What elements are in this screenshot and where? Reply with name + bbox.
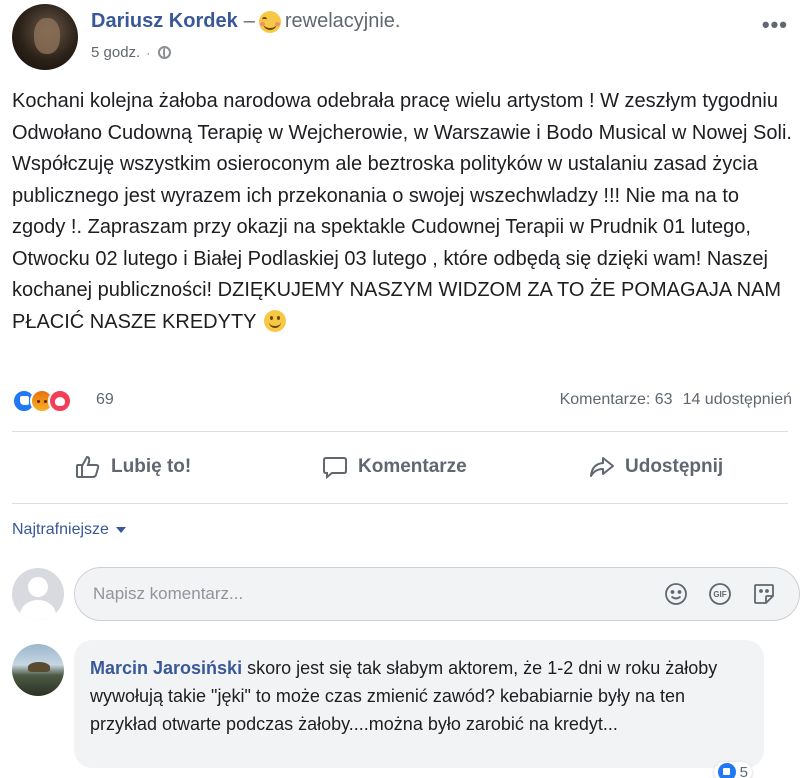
reactions-summary: 69 Komentarze: 63 14 udostępnień — [12, 387, 792, 417]
divider — [12, 431, 788, 432]
sort-label: Najtrafniejsze — [12, 521, 109, 538]
smiley-emoji-icon — [263, 309, 286, 332]
comment-composer: GIF — [12, 565, 800, 623]
more-options-icon[interactable]: ••• — [762, 12, 788, 38]
emoji-icon[interactable] — [664, 582, 688, 606]
reaction-count[interactable]: 69 — [96, 391, 114, 409]
post-text: Kochani kolejna żałoba narodowa odebrała… — [12, 86, 792, 338]
feeling-text: rewelacyjnie. — [284, 10, 401, 32]
post-actions: Lubię to! Komentarze Udostępnij — [12, 442, 788, 492]
author-line: Dariusz Kordek – rewelacyjnie. — [91, 10, 400, 33]
comment-bubble-icon — [323, 457, 347, 480]
share-button-label: Udostępnij — [625, 456, 724, 477]
author-avatar[interactable] — [12, 4, 78, 70]
commenter-avatar[interactable] — [12, 644, 64, 696]
like-reaction-icon — [717, 763, 736, 778]
share-count[interactable]: 14 udostępnień — [683, 391, 792, 409]
comment-reactions[interactable]: 5 — [713, 762, 752, 778]
composer-icons: GIF — [664, 582, 776, 606]
reaction-icons[interactable] — [12, 389, 72, 413]
comment-bubble: Marcin Jarosiński skoro jest się tak sła… — [74, 640, 764, 768]
thumbs-up-icon — [76, 455, 100, 478]
post-header: Dariusz Kordek – rewelacyjnie. 5 godz. ·… — [12, 4, 788, 74]
user-avatar — [12, 568, 64, 620]
share-arrow-icon — [590, 457, 614, 477]
comment-item: Marcin Jarosiński skoro jest się tak sła… — [12, 640, 792, 778]
feeling-emoji-icon — [258, 10, 281, 33]
share-button[interactable]: Udostępnij — [589, 450, 723, 484]
author-name[interactable]: Dariusz Kordek — [91, 10, 238, 33]
globe-icon[interactable] — [158, 46, 172, 59]
post-body: Kochani kolejna żałoba narodowa odebrała… — [12, 90, 792, 333]
sticker-icon[interactable] — [752, 582, 776, 606]
love-reaction-icon — [48, 389, 72, 413]
commenter-name[interactable]: Marcin Jarosiński — [90, 658, 242, 678]
post-meta: 5 godz. · — [91, 44, 172, 61]
caret-down-icon — [115, 527, 126, 533]
post-timestamp[interactable]: 5 godz. — [91, 44, 140, 61]
comment-like-count: 5 — [739, 763, 748, 778]
gif-icon[interactable]: GIF — [708, 582, 732, 606]
comment-button-label: Komentarze — [358, 456, 467, 477]
like-button-label: Lubię to! — [111, 456, 192, 477]
like-button[interactable]: Lubię to! — [75, 450, 191, 484]
comment-count[interactable]: Komentarze: 63 — [560, 391, 673, 409]
comment-sort-dropdown[interactable]: Najtrafniejsze — [12, 521, 126, 539]
feeling-separator: – — [243, 10, 255, 32]
comment-button[interactable]: Komentarze — [322, 450, 467, 484]
svg-text:GIF: GIF — [713, 590, 726, 599]
divider — [12, 503, 788, 504]
post-stats: Komentarze: 63 14 udostępnień — [560, 391, 792, 409]
